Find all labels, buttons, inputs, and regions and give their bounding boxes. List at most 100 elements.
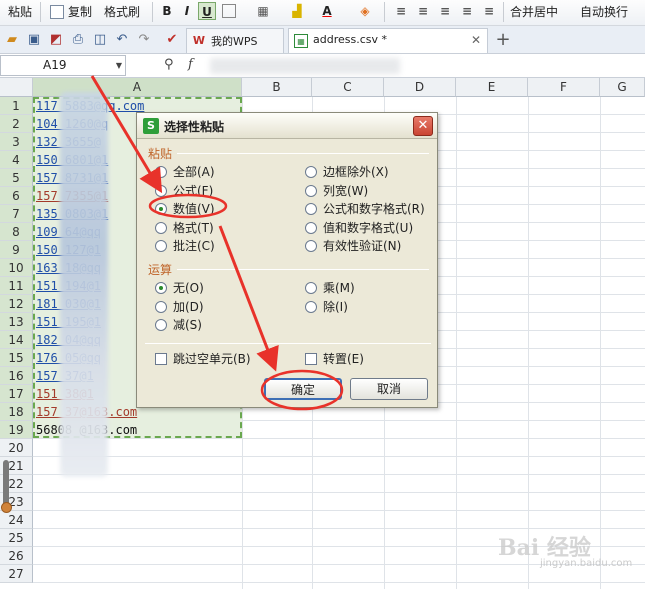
zoom-slider-track[interactable] bbox=[3, 460, 9, 506]
radio-button[interactable] bbox=[305, 184, 317, 197]
row-header-3[interactable]: 3 bbox=[0, 133, 33, 151]
bold-button[interactable]: B bbox=[158, 2, 176, 20]
wrap-text-button[interactable]: 自动换行 bbox=[580, 3, 628, 20]
row-header-10[interactable]: 10 bbox=[0, 259, 33, 277]
radio-button[interactable] bbox=[305, 166, 317, 178]
align-justify-icon[interactable]: ≡ bbox=[458, 2, 476, 20]
print-icon[interactable]: ⎙ bbox=[70, 32, 86, 48]
paste-option-paste-left-3[interactable]: 格式(T) bbox=[155, 220, 214, 236]
row-header-24[interactable]: 24 bbox=[0, 511, 33, 529]
radio-button[interactable] bbox=[155, 203, 167, 215]
function-icon[interactable]: f bbox=[188, 57, 193, 72]
paste-option-paste-right-1[interactable]: 列宽(W) bbox=[305, 183, 368, 199]
row-header-1[interactable]: 1 bbox=[0, 97, 33, 115]
redo-icon[interactable]: ↷ bbox=[136, 32, 152, 48]
row-header-4[interactable]: 4 bbox=[0, 151, 33, 169]
radio-button[interactable] bbox=[155, 166, 167, 178]
row-header-2[interactable]: 2 bbox=[0, 115, 33, 133]
operation-option-op-right-1[interactable]: 除(I) bbox=[305, 299, 348, 315]
open-folder-icon[interactable]: ▰ bbox=[4, 32, 20, 48]
radio-button[interactable] bbox=[155, 184, 167, 197]
row-header-12[interactable]: 12 bbox=[0, 295, 33, 313]
column-header-d[interactable]: D bbox=[384, 78, 456, 97]
borders-icon[interactable] bbox=[222, 4, 236, 18]
transpose-checkbox[interactable]: 转置(E) bbox=[305, 351, 364, 367]
row-header-6[interactable]: 6 bbox=[0, 187, 33, 205]
italic-button[interactable]: I bbox=[178, 2, 196, 20]
radio-button[interactable] bbox=[305, 240, 317, 252]
column-header-e[interactable]: E bbox=[456, 78, 528, 97]
cancel-button[interactable]: 取消 bbox=[350, 378, 428, 400]
operation-option-op-left-2[interactable]: 减(S) bbox=[155, 317, 202, 333]
paste-button[interactable]: 粘贴 bbox=[8, 3, 32, 20]
operation-option-op-left-1[interactable]: 加(D) bbox=[155, 299, 204, 315]
tab-my-wps[interactable]: W 我的WPS bbox=[186, 28, 284, 53]
font-color-icon[interactable]: A bbox=[318, 2, 336, 20]
radio-button[interactable] bbox=[305, 282, 317, 294]
row-header-8[interactable]: 8 bbox=[0, 223, 33, 241]
row-header-27[interactable]: 27 bbox=[0, 565, 33, 583]
format-painter-button[interactable]: 格式刷 bbox=[104, 3, 140, 20]
row-header-11[interactable]: 11 bbox=[0, 277, 33, 295]
radio-button[interactable] bbox=[305, 203, 317, 215]
paste-option-paste-left-0[interactable]: 全部(A) bbox=[155, 164, 215, 180]
select-all-corner[interactable] bbox=[0, 78, 33, 97]
name-box[interactable]: A19 ▼ bbox=[0, 55, 126, 76]
skip-blanks-checkbox[interactable]: 跳过空单元(B) bbox=[155, 351, 251, 367]
row-header-17[interactable]: 17 bbox=[0, 385, 33, 403]
border-style-icon[interactable]: ▦ bbox=[254, 2, 272, 20]
radio-button[interactable] bbox=[155, 319, 167, 331]
customize-toolbar-icon[interactable]: ✔ bbox=[164, 32, 180, 48]
paste-option-paste-left-1[interactable]: 公式(F) bbox=[155, 183, 213, 199]
undo-icon[interactable]: ↶ bbox=[114, 32, 130, 48]
operation-option-op-right-0[interactable]: 乘(M) bbox=[305, 280, 355, 296]
print-preview-icon[interactable]: ◫ bbox=[92, 32, 108, 48]
column-header-g[interactable]: G bbox=[600, 78, 645, 97]
dialog-close-button[interactable]: ✕ bbox=[413, 116, 433, 136]
row-header-5[interactable]: 5 bbox=[0, 169, 33, 187]
underline-button[interactable]: U bbox=[198, 2, 216, 20]
clear-format-icon[interactable]: ◈ bbox=[356, 2, 374, 20]
radio-button[interactable] bbox=[305, 300, 317, 313]
row-header-9[interactable]: 9 bbox=[0, 241, 33, 259]
export-pdf-icon[interactable]: ◩ bbox=[48, 32, 64, 48]
column-header-f[interactable]: F bbox=[528, 78, 600, 97]
zoom-slider-handle[interactable] bbox=[1, 502, 12, 513]
row-header-26[interactable]: 26 bbox=[0, 547, 33, 565]
merge-center-button[interactable]: 合并居中 bbox=[510, 3, 558, 20]
row-header-16[interactable]: 16 bbox=[0, 367, 33, 385]
copy-button[interactable]: 复制 bbox=[68, 3, 92, 20]
chevron-down-icon[interactable]: ▼ bbox=[116, 61, 122, 70]
search-icon[interactable]: ⚲ bbox=[164, 57, 174, 72]
radio-button[interactable] bbox=[305, 221, 317, 234]
save-icon[interactable]: ▣ bbox=[26, 32, 42, 48]
paste-option-paste-right-2[interactable]: 公式和数字格式(R) bbox=[305, 201, 425, 217]
paste-option-paste-right-4[interactable]: 有效性验证(N) bbox=[305, 238, 401, 254]
operation-option-op-left-0[interactable]: 无(O) bbox=[155, 280, 204, 296]
radio-button[interactable] bbox=[155, 282, 167, 294]
align-left-icon[interactable]: ≡ bbox=[392, 2, 410, 20]
align-center-icon[interactable]: ≡ bbox=[414, 2, 432, 20]
row-header-7[interactable]: 7 bbox=[0, 205, 33, 223]
radio-button[interactable] bbox=[155, 221, 167, 234]
row-header-19[interactable]: 19 bbox=[0, 421, 33, 439]
paste-option-paste-right-3[interactable]: 值和数字格式(U) bbox=[305, 220, 413, 236]
paste-option-paste-left-2[interactable]: 数值(V) bbox=[155, 201, 215, 217]
row-header-13[interactable]: 13 bbox=[0, 313, 33, 331]
row-header-14[interactable]: 14 bbox=[0, 331, 33, 349]
row-header-15[interactable]: 15 bbox=[0, 349, 33, 367]
row-header-18[interactable]: 18 bbox=[0, 403, 33, 421]
ok-button[interactable]: 确定 bbox=[264, 378, 342, 400]
radio-button[interactable] bbox=[155, 240, 167, 252]
paste-option-paste-right-0[interactable]: 边框除外(X) bbox=[305, 164, 389, 180]
close-tab-icon[interactable]: ✕ bbox=[471, 33, 481, 47]
dialog-titlebar[interactable]: S 选择性粘贴 bbox=[137, 113, 437, 139]
new-tab-button[interactable]: + bbox=[495, 31, 511, 49]
row-header-20[interactable]: 20 bbox=[0, 439, 33, 457]
column-header-b[interactable]: B bbox=[242, 78, 312, 97]
align-distributed-icon[interactable]: ≡ bbox=[480, 2, 498, 20]
align-right-icon[interactable]: ≡ bbox=[436, 2, 454, 20]
row-header-25[interactable]: 25 bbox=[0, 529, 33, 547]
paste-option-paste-left-4[interactable]: 批注(C) bbox=[155, 238, 215, 254]
radio-button[interactable] bbox=[155, 300, 167, 313]
